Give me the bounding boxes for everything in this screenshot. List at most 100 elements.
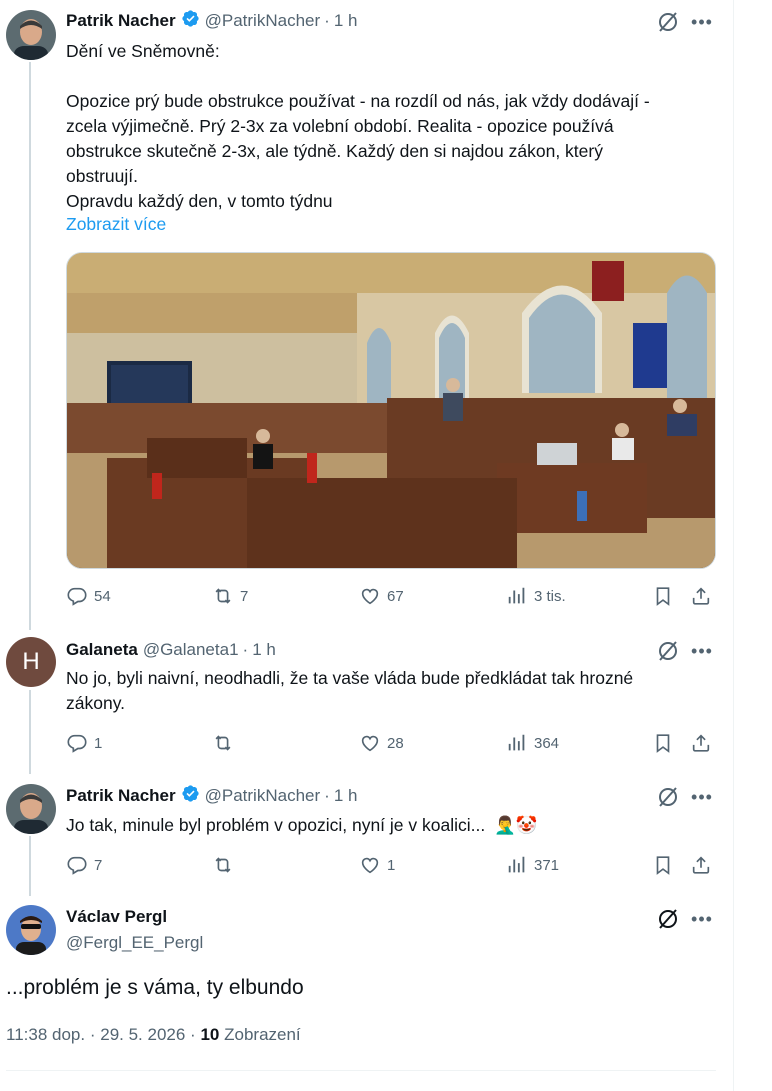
reply-button[interactable]: 54: [66, 584, 111, 608]
tweet-text: No jo, byli naivní, neodhadli, že ta vaš…: [66, 666, 716, 716]
reply-button[interactable]: 1: [66, 731, 102, 755]
views-icon: [508, 734, 525, 751]
tweet-text: Dění ve Sněmovně: Opozice prý bude obstr…: [66, 39, 716, 214]
tweet-header: Patrik Nacher @PatrikNacher · 1 h: [66, 10, 357, 32]
like-button[interactable]: 1: [359, 853, 395, 877]
like-icon: [361, 735, 379, 752]
view-count: 371: [534, 856, 560, 874]
reply-button[interactable]: 7: [66, 853, 102, 877]
grok-icon[interactable]: [656, 785, 680, 809]
repost-icon: [215, 735, 231, 751]
tweet-actions: 1 28 364: [66, 731, 716, 755]
date[interactable]: 29. 5. 2026: [100, 1025, 185, 1044]
more-icon[interactable]: •••: [690, 639, 714, 663]
views-button[interactable]: 364: [506, 731, 559, 755]
more-icon[interactable]: •••: [690, 785, 714, 809]
author-name[interactable]: Galaneta: [66, 640, 138, 660]
avatar[interactable]: H: [6, 637, 56, 687]
grok-icon[interactable]: [656, 639, 680, 663]
view-count: 364: [534, 734, 560, 752]
repost-button[interactable]: [212, 731, 234, 755]
reply-count: 1: [94, 734, 103, 752]
share-button[interactable]: [690, 853, 712, 877]
reply-icon: [67, 734, 87, 753]
column-border: [733, 0, 734, 1091]
view-count: 3 tis.: [534, 587, 566, 605]
text-line: Dění ve Sněmovně:: [66, 41, 220, 61]
separator-dot: ·: [324, 786, 330, 805]
text-line: obstruují.: [66, 166, 138, 186]
timestamp[interactable]: 11:38 dop.: [6, 1025, 85, 1044]
avatar[interactable]: [6, 10, 56, 60]
like-count: 67: [387, 587, 404, 605]
bookmark-icon: [656, 734, 670, 753]
grok-icon[interactable]: [656, 10, 680, 34]
avatar[interactable]: [6, 905, 56, 955]
text-line: No jo, byli naivní, neodhadli, že ta vaš…: [66, 668, 634, 688]
author-name[interactable]: Václav Pergl: [66, 907, 167, 927]
timestamp[interactable]: 1 h: [252, 640, 276, 660]
tweet-actions: 7 1 371: [66, 853, 716, 877]
emoji: 🤦‍♂️🤡: [494, 815, 538, 835]
share-icon: [692, 856, 710, 874]
tweet-actions: 54 7 67 3 tis.: [66, 584, 716, 608]
reply-count: 54: [94, 587, 111, 605]
main-tweet-text: ...problém je s vámа, ty elbundo: [6, 976, 304, 999]
separator-dot: ·: [89, 1025, 96, 1044]
verified-badge-icon: [181, 9, 200, 33]
views-button[interactable]: 371: [506, 853, 559, 877]
more-icon[interactable]: •••: [690, 10, 714, 34]
avatar[interactable]: [6, 784, 56, 834]
like-count: 28: [387, 734, 404, 752]
author-handle[interactable]: @PatrikNacher: [205, 786, 321, 806]
author-handle[interactable]: @Fergl_EE_Pergl: [66, 933, 203, 953]
author-handle[interactable]: @PatrikNacher: [205, 11, 321, 31]
author-name[interactable]: Patrik Nacher: [66, 786, 176, 806]
show-more-link[interactable]: Zobrazit více: [66, 214, 166, 235]
bookmark-icon: [656, 587, 670, 606]
bookmark-button[interactable]: [652, 853, 674, 877]
grok-icon[interactable]: [656, 907, 680, 931]
reply-count: 7: [94, 856, 103, 874]
timestamp[interactable]: 1 h: [334, 11, 358, 31]
reply-icon: [67, 856, 87, 875]
views-button[interactable]: 3 tis.: [506, 584, 566, 608]
repost-icon: [215, 588, 231, 604]
text-line: zákony.: [66, 693, 126, 713]
text-line: obstrukce skutečně 2-3x, ale týdně. Každ…: [66, 141, 603, 161]
views-label: Zobrazení: [224, 1025, 301, 1044]
author-name[interactable]: Patrik Nacher: [66, 11, 176, 31]
tweet-text: Jo tak, minule byl problém v opozici, ny…: [66, 813, 716, 838]
more-icon[interactable]: •••: [690, 907, 714, 931]
like-button[interactable]: 67: [359, 584, 404, 608]
bookmark-button[interactable]: [652, 731, 674, 755]
author-handle[interactable]: @Galaneta1: [143, 640, 239, 660]
like-count: 1: [387, 856, 396, 874]
repost-button[interactable]: [212, 853, 234, 877]
bookmark-button[interactable]: [652, 584, 674, 608]
text-line: Opravdu každý den, v tomto týdnu: [66, 191, 333, 211]
like-icon: [361, 857, 379, 874]
separator-dot: ·: [324, 11, 330, 30]
tweet-meta: 11:38 dop. · 29. 5. 2026 · 10 Zobrazení: [6, 1025, 301, 1045]
divider: [6, 1070, 716, 1071]
views-icon: [508, 587, 525, 604]
separator-dot: ·: [190, 1025, 196, 1044]
timestamp[interactable]: 1 h: [334, 786, 358, 806]
separator-dot: ·: [242, 640, 249, 659]
views-icon: [508, 856, 525, 873]
thread-line: [29, 62, 31, 630]
share-icon: [692, 734, 710, 752]
thread-line: [29, 836, 31, 896]
share-button[interactable]: [690, 731, 712, 755]
tweet-photo[interactable]: [66, 252, 716, 569]
tweet-header: Galaneta @Galaneta1 · 1 h: [66, 639, 276, 661]
share-button[interactable]: [690, 584, 712, 608]
tweet-header: Patrik Nacher @PatrikNacher · 1 h: [66, 785, 357, 807]
repost-count: 7: [240, 587, 249, 605]
repost-icon: [215, 857, 231, 873]
text-line: zcela výjimečně. Prý 2-3x za volební obd…: [66, 116, 614, 136]
repost-button[interactable]: 7: [212, 584, 248, 608]
like-button[interactable]: 28: [359, 731, 404, 755]
